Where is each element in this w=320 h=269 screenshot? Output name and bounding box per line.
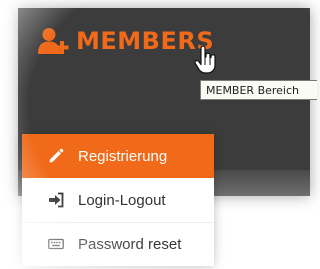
menu-item-registrierung[interactable]: Registrierung	[22, 134, 214, 178]
menu-item-password-reset[interactable]: Password reset	[22, 222, 214, 266]
sign-in-icon	[49, 192, 64, 208]
members-tooltip: MEMBER Bereich	[200, 80, 317, 100]
pencil-icon	[49, 148, 64, 163]
menu-item-label: Password reset	[78, 235, 182, 253]
user-plus-icon	[38, 28, 69, 54]
menu-item-label: Registrierung	[78, 147, 168, 165]
hand-pointer-cursor-icon	[194, 46, 216, 74]
members-dropdown-menu: Registrierung Login-Logout Password rese…	[22, 134, 214, 266]
keyboard-icon	[48, 238, 64, 250]
menu-item-label: Login-Logout	[78, 191, 166, 209]
members-menu-link[interactable]: MEMBERS	[38, 26, 214, 56]
menu-item-login-logout[interactable]: Login-Logout	[22, 178, 214, 222]
